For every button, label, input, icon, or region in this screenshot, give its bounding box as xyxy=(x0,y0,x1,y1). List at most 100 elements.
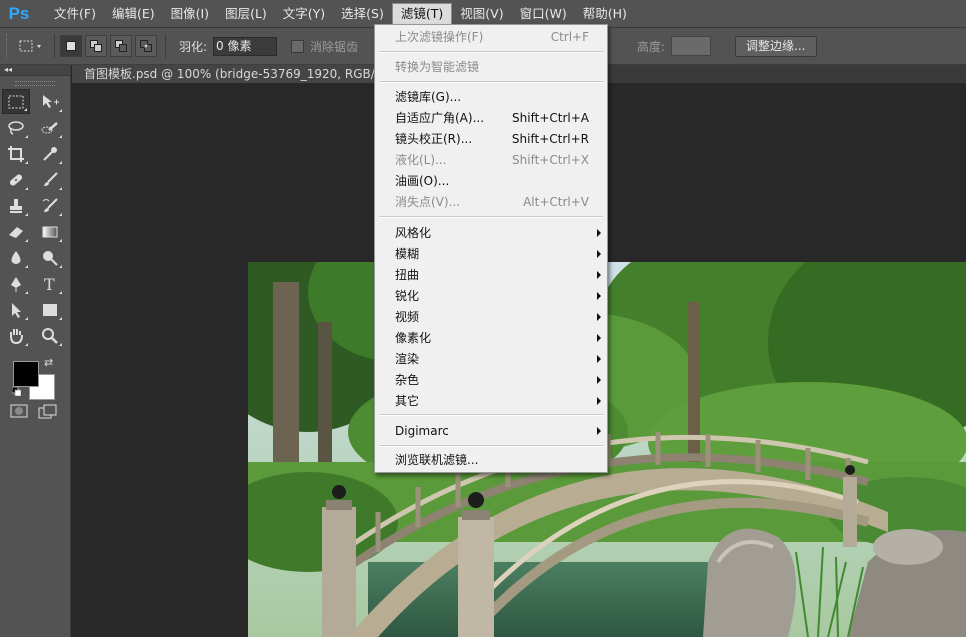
menu-item-shortcut: Shift+Ctrl+A xyxy=(512,111,589,125)
menu-item-label: 扭曲 xyxy=(395,268,420,282)
menu-separator xyxy=(379,81,603,83)
toolbox-collapse-button[interactable]: ◂◂ xyxy=(0,65,70,76)
swap-colors-icon[interactable]: ⇄ xyxy=(44,356,53,369)
menu-type[interactable]: 文字(Y) xyxy=(275,3,333,25)
height-input[interactable] xyxy=(671,36,712,56)
menu-item-shortcut: Shift+Ctrl+R xyxy=(511,132,589,146)
zoom-icon xyxy=(42,327,58,344)
toolbox-grip[interactable] xyxy=(15,81,55,86)
submenu-arrow-icon xyxy=(597,355,601,363)
menu-item-digimarc[interactable]: Digimarc xyxy=(395,421,601,441)
menu-item-shortcut: Alt+Ctrl+V xyxy=(523,195,589,209)
history-brush-icon xyxy=(42,197,58,212)
menu-separator xyxy=(379,445,603,447)
menu-item-filter-gallery[interactable]: 滤镜库(G)... xyxy=(395,87,595,107)
menu-separator xyxy=(379,51,603,53)
menu-item-distort[interactable]: 扭曲 xyxy=(395,265,601,285)
screen-mode-icon[interactable] xyxy=(38,404,60,420)
pen-tool[interactable] xyxy=(2,271,30,296)
lasso-tool[interactable] xyxy=(2,115,30,140)
brush-icon xyxy=(44,171,58,186)
menu-item-last-filter[interactable]: 上次滤镜操作(F) Ctrl+F xyxy=(395,27,595,47)
new-selection-button[interactable] xyxy=(60,35,82,57)
tool-preset-picker[interactable] xyxy=(13,34,49,58)
default-colors-icon[interactable] xyxy=(12,387,21,396)
healing-brush-tool[interactable] xyxy=(2,167,30,192)
menu-item-convert-smart-filter[interactable]: 转换为智能滤镜 xyxy=(395,57,595,77)
move-tool[interactable] xyxy=(36,89,64,114)
menu-item-liquify[interactable]: 液化(L)... Shift+Ctrl+X xyxy=(395,150,595,170)
menu-layer[interactable]: 图层(L) xyxy=(217,3,275,25)
zoom-tool[interactable] xyxy=(36,323,64,348)
dodge-icon xyxy=(43,250,58,266)
menu-item-adaptive-wide-angle[interactable]: 自适应广角(A)... Shift+Ctrl+A xyxy=(395,108,595,128)
eyedropper-tool[interactable] xyxy=(36,141,64,166)
quick-select-tool[interactable] xyxy=(36,115,64,140)
gradient-tool[interactable] xyxy=(36,219,64,244)
menu-item-stylize[interactable]: 风格化 xyxy=(395,223,601,243)
subtract-selection-button[interactable] xyxy=(110,35,132,57)
menu-window[interactable]: 窗口(W) xyxy=(512,3,575,25)
rect-marquee-icon xyxy=(19,40,41,52)
type-tool[interactable]: T xyxy=(36,271,64,296)
menu-item-blur[interactable]: 模糊 xyxy=(395,244,601,264)
foreground-color-swatch[interactable] xyxy=(13,361,39,387)
menu-item-video[interactable]: 视频 xyxy=(395,307,601,327)
menu-edit[interactable]: 编辑(E) xyxy=(104,3,163,25)
hand-tool[interactable] xyxy=(2,323,30,348)
intersect-selection-button[interactable] xyxy=(135,35,157,57)
path-select-tool[interactable] xyxy=(2,297,30,322)
submenu-arrow-icon xyxy=(597,334,601,342)
blur-tool[interactable] xyxy=(2,245,30,270)
menu-item-noise[interactable]: 杂色 xyxy=(395,370,601,390)
menu-item-label: 油画(O)... xyxy=(395,174,450,188)
feather-input[interactable]: 0 像素 xyxy=(213,36,278,56)
height-label: 高度: xyxy=(637,39,666,54)
clone-stamp-icon xyxy=(10,198,22,213)
menu-item-label: 像素化 xyxy=(395,331,432,345)
filter-menu: 上次滤镜操作(F) Ctrl+F 转换为智能滤镜 滤镜库(G)... 自适应广角… xyxy=(374,24,608,473)
menu-help[interactable]: 帮助(H) xyxy=(575,3,635,25)
lasso-icon xyxy=(8,120,24,135)
color-swatches: ⇄ xyxy=(0,356,70,400)
submenu-arrow-icon xyxy=(597,397,601,405)
eraser-tool[interactable] xyxy=(2,219,30,244)
menu-item-label: 上次滤镜操作(F) xyxy=(395,30,484,44)
menu-item-label: 风格化 xyxy=(395,226,432,240)
refine-edge-button[interactable]: 调整边缘... xyxy=(735,35,817,57)
add-selection-button[interactable] xyxy=(85,35,107,57)
menu-item-label: 模糊 xyxy=(395,247,420,261)
history-brush-tool[interactable] xyxy=(36,193,64,218)
antialias-checkbox[interactable] xyxy=(291,39,305,53)
menu-item-render[interactable]: 渲染 xyxy=(395,349,601,369)
menu-select[interactable]: 选择(S) xyxy=(333,3,392,25)
menu-item-lens-correction[interactable]: 镜头校正(R)... Shift+Ctrl+R xyxy=(395,129,595,149)
crop-icon xyxy=(8,145,24,162)
brush-tool[interactable] xyxy=(36,167,64,192)
crop-tool[interactable] xyxy=(2,141,30,166)
menu-item-label: 镜头校正(R)... xyxy=(395,132,473,146)
menu-item-vanishing-point[interactable]: 消失点(V)... Alt+Ctrl+V xyxy=(395,192,595,212)
options-grip[interactable] xyxy=(6,34,13,58)
menu-view[interactable]: 视图(V) xyxy=(452,3,511,25)
rect-marquee-tool[interactable] xyxy=(2,89,30,114)
menu-image[interactable]: 图像(I) xyxy=(163,3,217,25)
menu-item-oil-paint[interactable]: 油画(O)... xyxy=(395,171,595,191)
menu-file[interactable]: 文件(F) xyxy=(46,3,104,25)
rectangle-tool[interactable] xyxy=(36,297,64,322)
menu-item-browse-online-filters[interactable]: 浏览联机滤镜... xyxy=(395,450,595,470)
path-select-icon xyxy=(12,302,21,318)
menu-separator xyxy=(379,216,603,218)
menu-item-shortcut: Shift+Ctrl+X xyxy=(512,153,589,167)
menu-item-label: Digimarc xyxy=(395,424,449,438)
menu-item-other[interactable]: 其它 xyxy=(395,391,601,411)
menu-filter[interactable]: 滤镜(T) xyxy=(391,2,453,25)
menu-item-pixelate[interactable]: 像素化 xyxy=(395,328,601,348)
menu-item-sharpen[interactable]: 锐化 xyxy=(395,286,601,306)
gradient-icon xyxy=(42,226,58,237)
dodge-tool[interactable] xyxy=(36,245,64,270)
document-tab[interactable]: 首图模板.psd @ 100% (bridge-53769_1920, RGB/… xyxy=(72,65,407,83)
quick-mask-icon[interactable] xyxy=(10,404,28,418)
intersect-selection-icon xyxy=(140,40,152,52)
clone-stamp-tool[interactable] xyxy=(2,193,30,218)
